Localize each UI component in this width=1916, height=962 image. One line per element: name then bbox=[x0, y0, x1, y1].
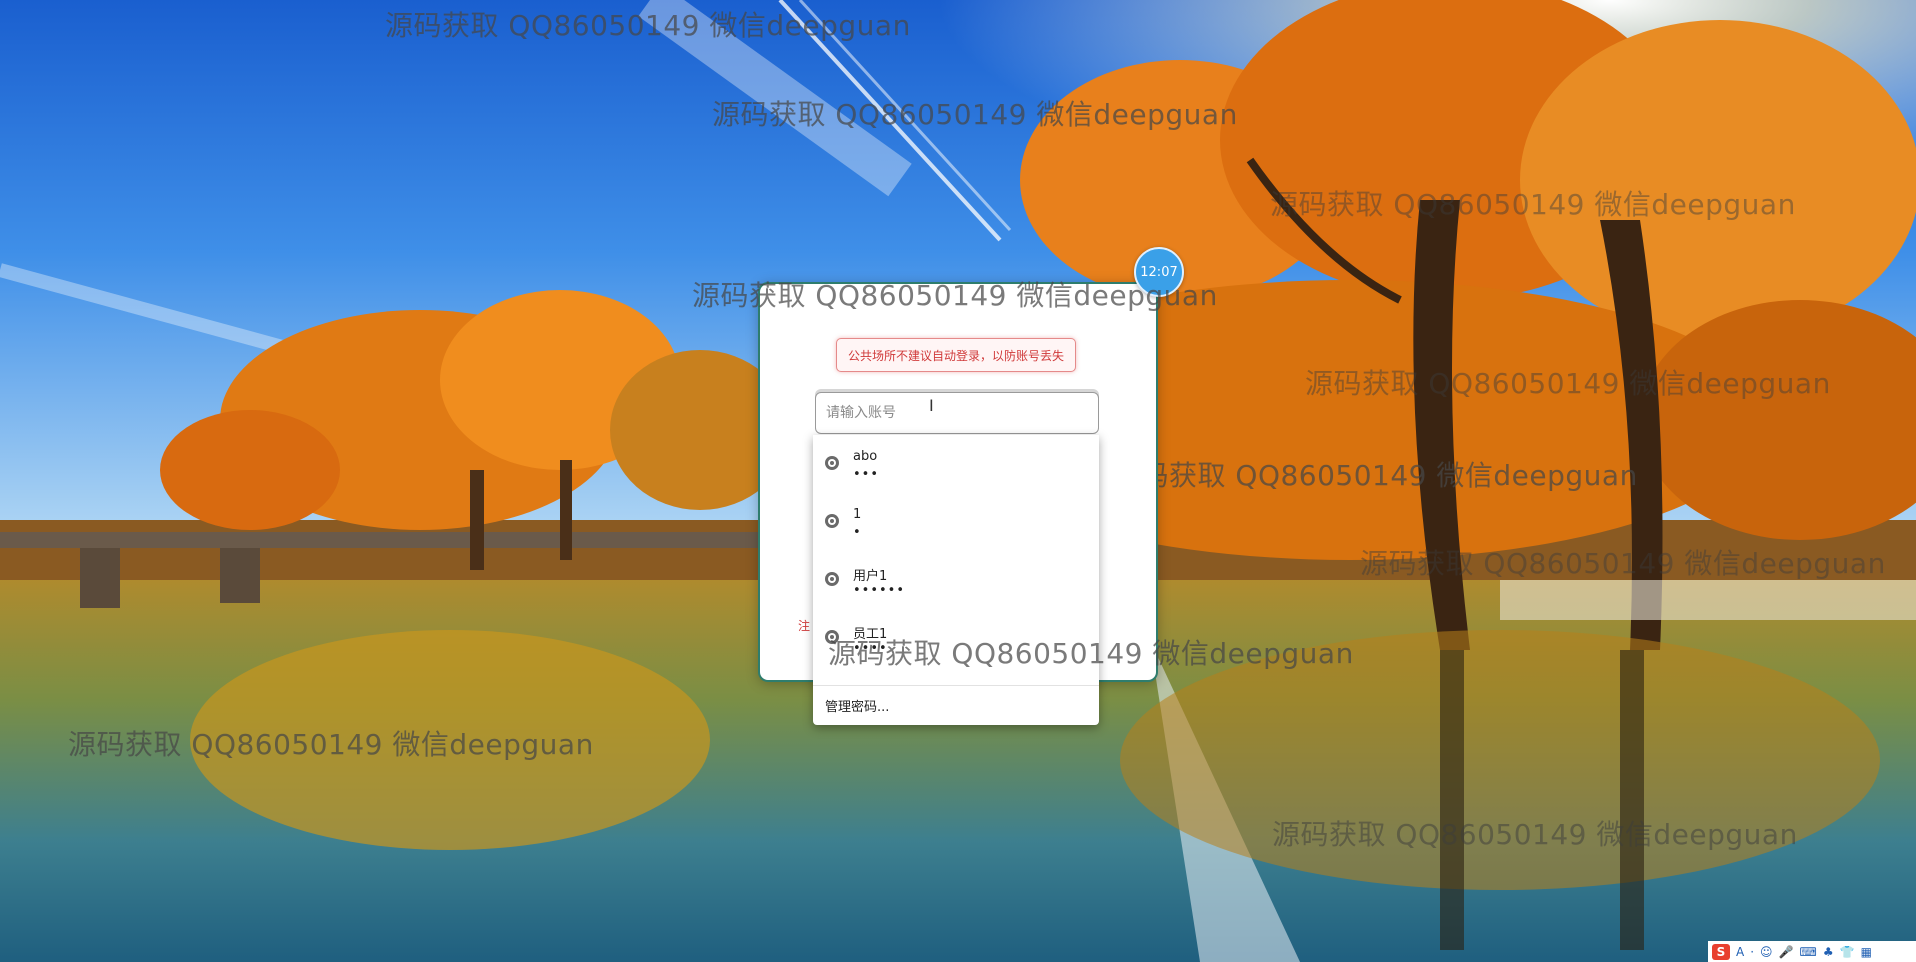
register-hint: 注 bbox=[798, 619, 811, 633]
ime-emoji-icon[interactable]: ☺ bbox=[1760, 945, 1773, 959]
sogou-logo-icon[interactable]: S bbox=[1712, 943, 1730, 960]
ime-toolbar: S A · ☺ 🎤 ⌨ ♣ 👕 ▦ bbox=[1708, 941, 1916, 962]
saved-password-mask: •••••• bbox=[853, 583, 906, 598]
saved-account-item[interactable]: 1 • bbox=[813, 493, 1099, 551]
dropdown-divider bbox=[813, 685, 1099, 686]
saved-username: 1 bbox=[853, 507, 862, 522]
watermark: 源码获取 QQ86050149 微信deepguan bbox=[828, 637, 1354, 670]
globe-icon bbox=[825, 514, 839, 528]
globe-icon bbox=[825, 456, 839, 470]
watermark: 源码获取 QQ86050149 微信deepguan bbox=[1270, 188, 1796, 221]
saved-password-mask: ••• bbox=[853, 467, 880, 482]
saved-password-mask: • bbox=[853, 525, 862, 540]
ime-mode-icon[interactable]: A bbox=[1736, 945, 1744, 959]
watermark: 源码获取 QQ86050149 微信deepguan bbox=[1360, 547, 1886, 580]
saved-account-item[interactable]: abo ••• bbox=[813, 435, 1099, 493]
saved-account-item[interactable]: 用户1 •••••• bbox=[813, 551, 1099, 609]
saved-username: abo bbox=[853, 449, 878, 464]
ime-skin-icon[interactable]: 👕 bbox=[1840, 945, 1855, 959]
ime-tools-icon[interactable]: ♣ bbox=[1823, 945, 1834, 959]
watermark: 源码获取 QQ86050149 微信deepguan bbox=[1305, 367, 1831, 400]
watermark: 源码获取 QQ86050149 微信deepguan bbox=[68, 728, 594, 761]
text-cursor-icon: I bbox=[929, 396, 934, 415]
ime-voice-icon[interactable]: 🎤 bbox=[1779, 945, 1794, 959]
autofill-dropdown: abo ••• 1 • 用户1 •••••• 员工1 •••• 管理密码... bbox=[813, 435, 1099, 725]
watermark: 源码获取 QQ86050149 微信deepguan bbox=[712, 98, 1238, 131]
watermark: 源码获取 QQ86050149 微信deepguan bbox=[692, 279, 1218, 312]
ime-keyboard-icon[interactable]: ⌨ bbox=[1800, 945, 1817, 959]
watermark: 源码获取 QQ86050149 微信deepguan bbox=[1272, 818, 1798, 851]
ime-menu-icon[interactable]: ▦ bbox=[1861, 945, 1872, 959]
ime-punctuation-icon[interactable]: · bbox=[1750, 945, 1754, 959]
manage-passwords-link[interactable]: 管理密码... bbox=[825, 696, 889, 715]
watermark: 源码获取 QQ86050149 微信deepguan bbox=[385, 9, 911, 42]
saved-username: 用户1 bbox=[853, 569, 888, 584]
auto-login-warning: 公共场所不建议自动登录，以防账号丢失 bbox=[836, 338, 1076, 372]
watermark: 源码获取 QQ86050149 微信deepguan bbox=[1112, 459, 1638, 492]
globe-icon bbox=[825, 572, 839, 586]
account-input[interactable] bbox=[815, 392, 1099, 434]
